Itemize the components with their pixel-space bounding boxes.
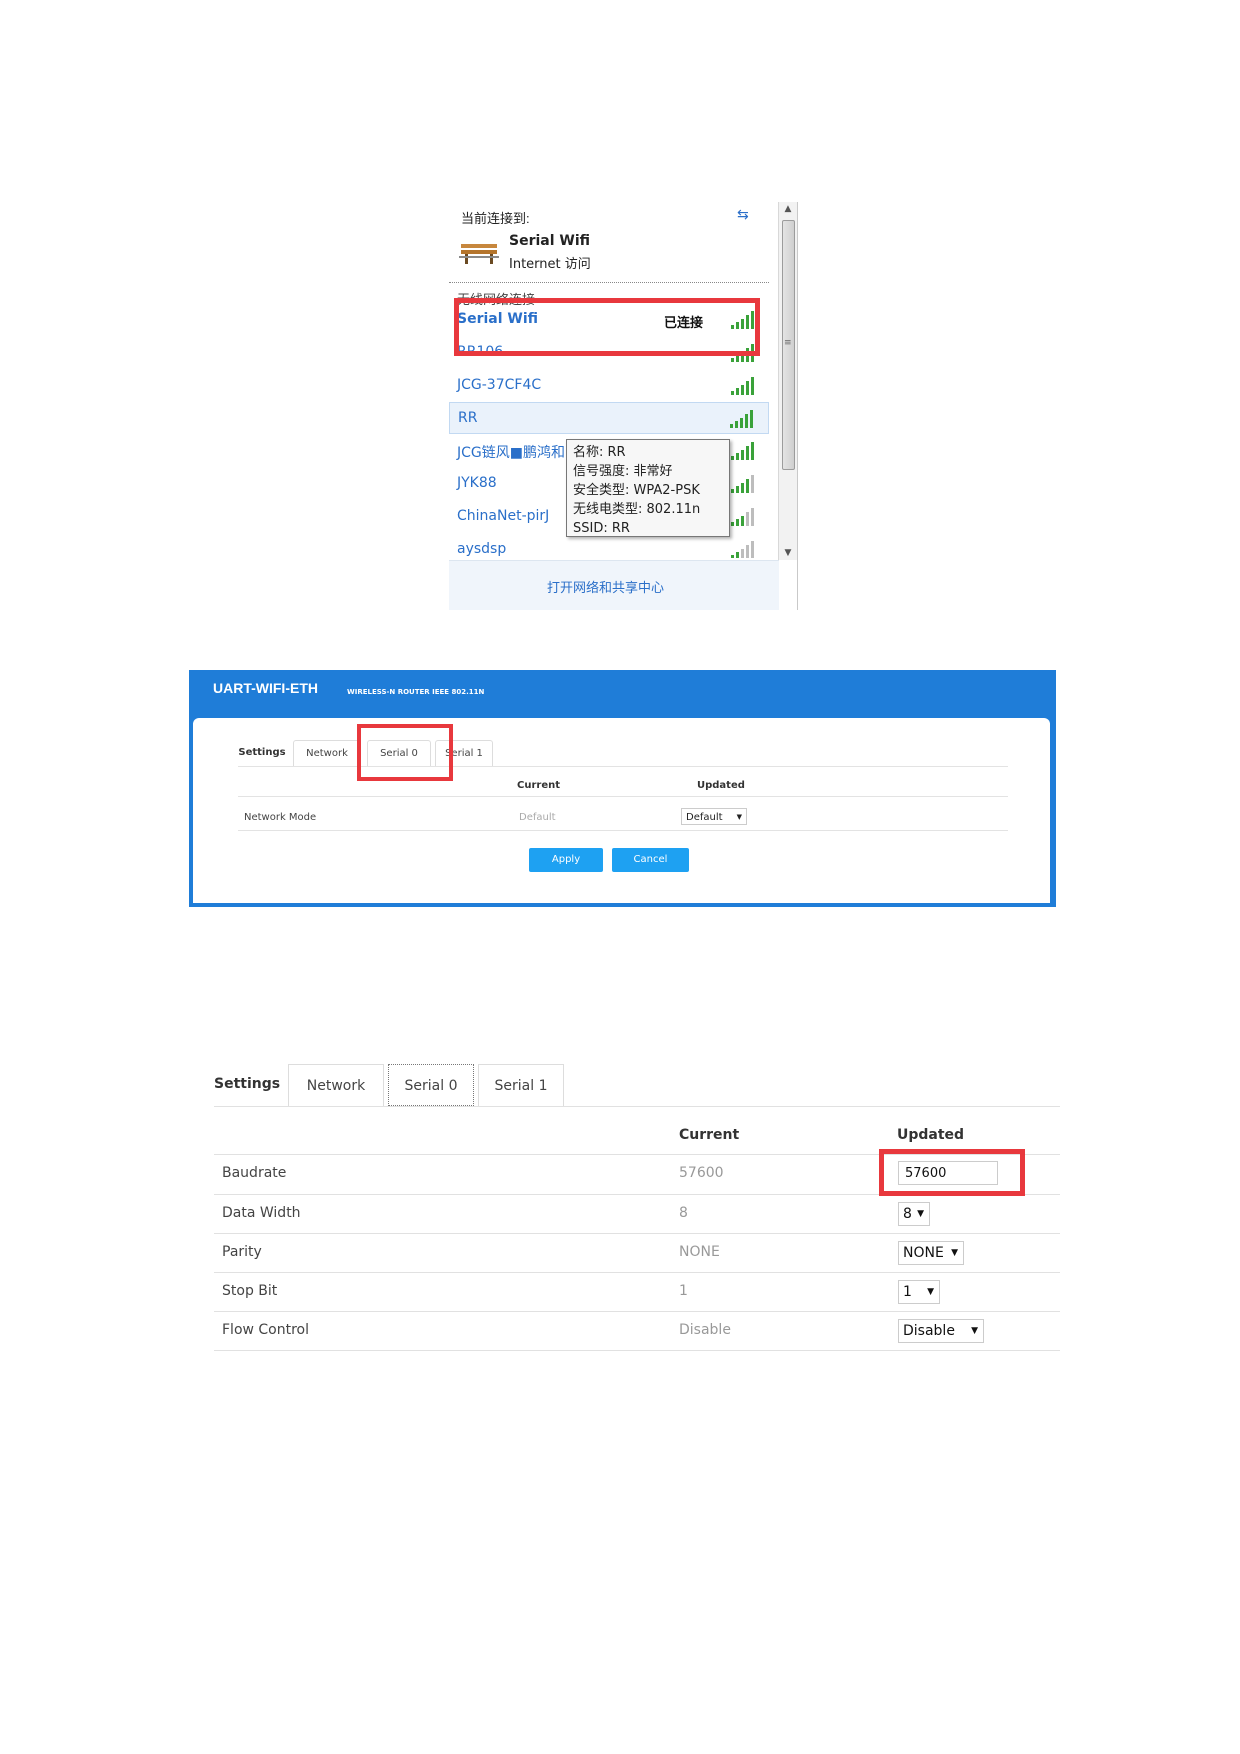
row-current-value: NONE xyxy=(679,1244,720,1260)
chevron-down-icon: ▼ xyxy=(736,813,742,821)
apply-button[interactable]: Apply xyxy=(529,848,603,872)
router-tab-bar: Settings Network Serial 0 Serial 1 xyxy=(238,740,1008,767)
network-name: ChinaNet-pirJ xyxy=(457,508,550,524)
connected-network-access: Internet 访问 xyxy=(509,257,591,272)
table-row-stop-bit: Stop Bit 1 1 ▼ xyxy=(214,1272,1060,1312)
popup-scrollbar[interactable]: ▲ ≡ ▼ xyxy=(778,202,797,560)
serial-tab-bar: Settings Network Serial 0 Serial 1 xyxy=(214,1064,1060,1107)
chevron-down-icon: ▼ xyxy=(917,1209,924,1219)
table-row-divider xyxy=(238,830,1008,831)
data-width-select[interactable]: 8 ▼ xyxy=(898,1202,930,1226)
select-value: 1 xyxy=(903,1284,912,1300)
row-current-value: 8 xyxy=(679,1205,688,1221)
network-mode-select[interactable]: Default ▼ xyxy=(681,808,747,825)
signal-strength-icon xyxy=(731,442,754,460)
tooltip-ssid: SSID: RR xyxy=(573,521,630,536)
table-bottom-divider xyxy=(214,1350,1060,1352)
divider xyxy=(449,282,769,283)
table-row-flow-control: Flow Control Disable Disable ▼ xyxy=(214,1311,1060,1351)
router-content: Settings Network Serial 0 Serial 1 Curre… xyxy=(193,718,1050,903)
select-value: NONE xyxy=(903,1245,944,1261)
signal-strength-icon xyxy=(731,508,754,526)
serial-settings-panel: Settings Network Serial 0 Serial 1 Curre… xyxy=(214,1064,1060,1352)
parity-select[interactable]: NONE ▼ xyxy=(898,1241,964,1265)
signal-strength-icon xyxy=(730,410,753,428)
network-tooltip: 名称: RR 信号强度: 非常好 安全类型: WPA2-PSK 无线电类型: 8… xyxy=(566,439,730,537)
signal-strength-icon xyxy=(731,475,754,493)
network-name: JCG链风■鹏鸿和 xyxy=(457,445,565,461)
table-header-divider xyxy=(238,796,1008,797)
chevron-down-icon: ▼ xyxy=(927,1287,934,1297)
chevron-down-icon: ▼ xyxy=(951,1248,958,1258)
network-mode-label: Network Mode xyxy=(244,812,317,823)
tab-serial-0[interactable]: Serial 0 xyxy=(388,1064,474,1106)
select-value: Disable xyxy=(903,1323,955,1339)
network-mode-value: Default xyxy=(686,812,723,823)
router-subbrand: WIRELESS-N ROUTER IEEE 802.11N xyxy=(347,688,485,696)
tab-network[interactable]: Network xyxy=(293,740,361,766)
highlight-box-serial-0-tab xyxy=(357,724,453,781)
row-current-value: Disable xyxy=(679,1322,731,1338)
row-label: Parity xyxy=(222,1244,262,1260)
chevron-down-icon: ▼ xyxy=(971,1326,978,1336)
network-name: JYK88 xyxy=(457,475,497,491)
router-brand: UART-WIFI-ETH xyxy=(213,680,318,696)
select-value: 8 xyxy=(903,1206,912,1222)
row-current-value: 1 xyxy=(679,1283,688,1299)
table-row-data-width: Data Width 8 8 ▼ xyxy=(214,1194,1060,1234)
stop-bit-select[interactable]: 1 ▼ xyxy=(898,1280,940,1304)
column-updated: Updated xyxy=(697,780,745,791)
tab-serial-1[interactable]: Serial 1 xyxy=(478,1064,564,1106)
wifi-network-popup: 当前连接到: ⇆ Serial Wifi Internet 访问 无线网络连接 … xyxy=(449,202,798,610)
tooltip-security: 安全类型: WPA2-PSK xyxy=(573,483,700,498)
row-label: Stop Bit xyxy=(222,1283,278,1299)
current-connection-label: 当前连接到: xyxy=(461,211,530,226)
network-name: aysdsp xyxy=(457,541,507,557)
refresh-icon[interactable]: ⇆ xyxy=(737,207,749,223)
network-name: RR xyxy=(458,410,478,426)
tooltip-signal: 信号强度: 非常好 xyxy=(573,464,673,479)
tab-settings[interactable]: Settings xyxy=(214,1064,280,1106)
column-current: Current xyxy=(517,780,561,791)
network-mode-current: Default xyxy=(519,812,556,823)
row-current-value: 57600 xyxy=(679,1165,724,1181)
scroll-up-arrow-icon[interactable]: ▲ xyxy=(779,202,797,216)
signal-strength-icon xyxy=(731,541,754,558)
row-label: Baudrate xyxy=(222,1165,287,1181)
highlight-box-connected-network xyxy=(454,298,760,356)
scroll-grip-icon: ≡ xyxy=(784,338,792,348)
tooltip-name: 名称: RR xyxy=(573,445,626,460)
row-label: Data Width xyxy=(222,1205,301,1221)
highlight-box-baudrate xyxy=(879,1149,1025,1196)
signal-strength-icon xyxy=(731,377,754,395)
table-row-parity: Parity NONE NONE ▼ xyxy=(214,1233,1060,1273)
network-item-jcg-37cf4c[interactable]: JCG-37CF4C xyxy=(449,370,769,402)
tab-network[interactable]: Network xyxy=(288,1064,384,1106)
popup-footer: 打开网络和共享中心 xyxy=(449,560,779,610)
scroll-down-arrow-icon[interactable]: ▼ xyxy=(779,546,797,560)
connected-network-name: Serial Wifi xyxy=(509,233,591,249)
network-name: JCG-37CF4C xyxy=(457,377,542,393)
column-updated: Updated xyxy=(897,1127,965,1143)
network-item-rr[interactable]: RR xyxy=(449,402,769,434)
row-label: Flow Control xyxy=(222,1322,310,1338)
cancel-button[interactable]: Cancel xyxy=(612,848,689,872)
flow-control-select[interactable]: Disable ▼ xyxy=(898,1319,984,1343)
tab-settings[interactable]: Settings xyxy=(238,740,286,766)
router-admin-panel: UART-WIFI-ETH WIRELESS-N ROUTER IEEE 802… xyxy=(189,670,1056,907)
tooltip-radio: 无线电类型: 802.11n xyxy=(573,502,701,517)
open-network-center-link[interactable]: 打开网络和共享中心 xyxy=(547,577,664,596)
column-current: Current xyxy=(679,1127,740,1143)
network-bench-icon xyxy=(459,244,499,264)
